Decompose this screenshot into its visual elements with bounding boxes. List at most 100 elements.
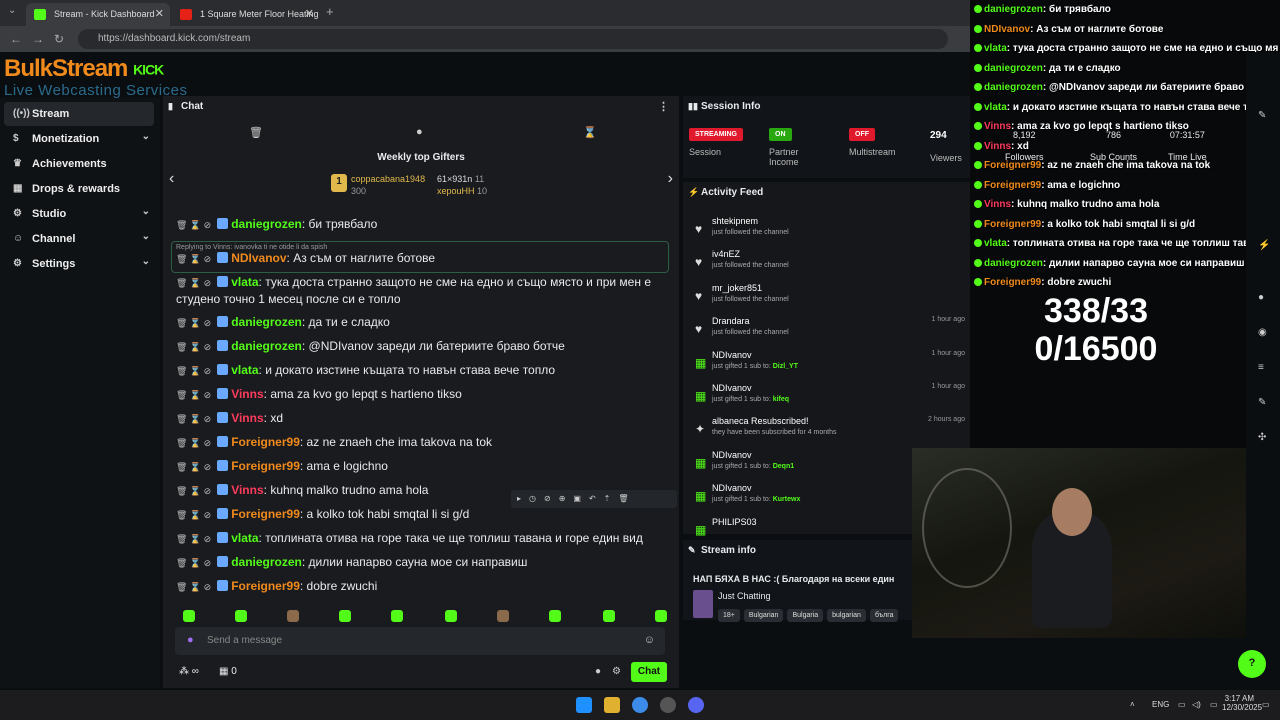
chat-username[interactable]: daniegrozen: [231, 217, 302, 231]
chat-message[interactable]: 🗑 ⌛ ⊘ NDIvanov: Аз съм от наглите ботове: [176, 250, 668, 267]
gift-recipient[interactable]: Deqn1: [773, 463, 794, 470]
sidebar-item-settings[interactable]: ⚙ Settings ⌄: [4, 252, 154, 276]
back-icon[interactable]: ←: [10, 32, 22, 46]
file-explorer-icon[interactable]: [604, 697, 620, 713]
chat-icon[interactable]: ●: [1258, 292, 1264, 303]
chat-message[interactable]: 🗑 ⌛ ⊘ vlata: топлината отива на горе така…: [176, 530, 668, 547]
stream-title[interactable]: НАП БЯХА В НАС :( Благодаря на всеки еди…: [693, 574, 923, 584]
stream-tag[interactable]: 18+: [718, 609, 740, 622]
hourglass-icon[interactable]: ⌛: [583, 126, 597, 139]
chevron-right-icon[interactable]: ›: [668, 170, 673, 188]
tab-kick-dashboard[interactable]: Stream - Kick Dashboard ✕: [26, 3, 170, 26]
mod-tools-icon[interactable]: 🗑 ⌛ ⊘: [176, 220, 211, 230]
obs-icon[interactable]: [660, 697, 676, 713]
chevron-left-icon[interactable]: ‹: [169, 170, 174, 188]
chat-message[interactable]: 🗑 ⌛ ⊘ Foreigner99: az ne znaeh che ima ta…: [176, 434, 668, 451]
chat-username[interactable]: vlata: [231, 531, 258, 545]
sidebar-item-monetization[interactable]: $ Monetization ⌄: [4, 127, 154, 151]
windows-start-icon[interactable]: [576, 697, 592, 713]
chat-username[interactable]: Foreigner99: [231, 507, 300, 521]
more-icon[interactable]: ⋮: [658, 100, 669, 113]
gear-icon[interactable]: ⚙: [612, 666, 621, 677]
chat-message[interactable]: 🗑 ⌛ ⊘ Vinns: ama za kvo go lepqt s hartie…: [176, 386, 668, 403]
stream-tag[interactable]: Bulgaria: [787, 609, 824, 622]
mod-tools-icon[interactable]: 🗑 ⌛ ⊘: [176, 390, 211, 400]
radio-icon[interactable]: ◉: [1258, 327, 1267, 338]
emote-icon[interactable]: [183, 610, 195, 622]
gift-recipient[interactable]: Kurtewx: [773, 496, 801, 503]
mod-tools-icon[interactable]: 🗑 ⌛ ⊘: [176, 438, 211, 448]
chat-message[interactable]: 🗑 ⌛ ⊘ daniegrozen: @NDIvanov зареди ли ба…: [176, 338, 668, 355]
gifter-3[interactable]: хepouHH 10: [437, 186, 487, 196]
new-tab-icon[interactable]: +: [326, 4, 334, 19]
chat-username[interactable]: Vinns: [231, 387, 263, 401]
mod-tools-icon[interactable]: 🗑 ⌛ ⊘: [176, 254, 211, 264]
chat-message[interactable]: 🗑 ⌛ ⊘ vlata: тука доста странно защото не…: [176, 274, 668, 307]
mod-tools-icon[interactable]: 🗑 ⌛ ⊘: [176, 510, 211, 520]
activity-item[interactable]: ▦ NDIvanov just gifted 1 sub to: Dizl_YT 1 …: [695, 350, 965, 382]
chat-message[interactable]: 🗑 ⌛ ⊘ daniegrozen: дилии напарво сауна мо…: [176, 554, 668, 571]
language-indicator[interactable]: ENG: [1152, 700, 1169, 709]
emote-icon[interactable]: [287, 610, 299, 622]
message-icon[interactable]: ●: [416, 126, 423, 138]
mod-tools-icon[interactable]: 🗑 ⌛ ⊘: [176, 278, 211, 288]
chat-username[interactable]: vlata: [231, 363, 258, 377]
close-icon[interactable]: ✕: [305, 7, 314, 20]
mod-tools-icon[interactable]: 🗑 ⌛ ⊘: [176, 558, 211, 568]
chat-message[interactable]: 🗑 ⌛ ⊘ Foreigner99: dobre zwuchi: [176, 578, 668, 595]
activity-item[interactable]: ▦ NDIvanov just gifted 1 sub to: kifeq 1 ho…: [695, 383, 965, 415]
clock[interactable]: 3:17 AM 12/30/2025: [1222, 694, 1262, 712]
chat-username[interactable]: Foreigner99: [231, 435, 300, 449]
emote-icon[interactable]: [655, 610, 667, 622]
gifter-2[interactable]: 61×931n 11: [437, 174, 484, 184]
gifter-1[interactable]: coppacabana1948: [351, 174, 425, 184]
wrench-icon[interactable]: ✎: [1258, 397, 1266, 408]
sidebar-item-channel[interactable]: ☺ Channel ⌄: [4, 227, 154, 251]
activity-item[interactable]: ✦ albaneca Resubscribed! they have been su…: [695, 416, 965, 448]
url-field[interactable]: https://dashboard.kick.com/stream: [78, 29, 948, 49]
partner-income[interactable]: ON Partner Income: [769, 128, 809, 167]
mod-tools-icon[interactable]: 🗑 ⌛ ⊘: [176, 486, 211, 496]
chat-message[interactable]: 🗑 ⌛ ⊘ Foreigner99: a kolko tok habi smqta…: [176, 506, 668, 523]
emote-icon[interactable]: [339, 610, 351, 622]
mod-tools-icon[interactable]: 🗑 ⌛ ⊘: [176, 534, 211, 544]
microphone-icon[interactable]: ●: [187, 634, 194, 646]
chat-message[interactable]: 🗑 ⌛ ⊘ Vinns: xd: [176, 410, 668, 427]
emote-icon[interactable]: [549, 610, 561, 622]
emote-icon[interactable]: [391, 610, 403, 622]
chat-input[interactable]: ● Send a message ☺: [175, 627, 665, 655]
chat-username[interactable]: Foreigner99: [231, 459, 300, 473]
gift-recipient[interactable]: kifeq: [773, 396, 789, 403]
chat-message[interactable]: 🗑 ⌛ ⊘ daniegrozen: да ти е сладко: [176, 314, 668, 331]
emoji-icon[interactable]: ☺: [644, 634, 655, 646]
tab-list-icon[interactable]: ⌄: [8, 5, 16, 16]
sidebar-item-studio[interactable]: ⚙ Studio ⌄: [4, 202, 154, 226]
message-actions[interactable]: ▸◷⊘⊕▣↶⇡🗑: [511, 490, 677, 508]
chat-username[interactable]: Foreigner99: [231, 579, 300, 593]
sidebar-item-stream[interactable]: ((•)) Stream: [4, 102, 154, 126]
multistream[interactable]: OFF Multistream: [849, 128, 896, 157]
activity-item[interactable]: ♥ shtekipnem just followed the channel: [695, 216, 965, 248]
support-button[interactable]: ?: [1238, 650, 1266, 678]
mod-tools-icon[interactable]: 🗑 ⌛ ⊘: [176, 342, 211, 352]
chat-send-button[interactable]: Chat: [631, 662, 667, 682]
chat-username[interactable]: daniegrozen: [231, 315, 302, 329]
chat-username[interactable]: vlata: [231, 275, 258, 289]
discord-icon[interactable]: [688, 697, 704, 713]
stream-tag[interactable]: Bulgarian: [743, 609, 784, 622]
mod-tools-icon[interactable]: 🗑 ⌛ ⊘: [176, 582, 211, 592]
chat-username[interactable]: Vinns: [231, 483, 263, 497]
stream-tag[interactable]: bulgarian: [827, 609, 866, 622]
mod-tools-icon[interactable]: 🗑 ⌛ ⊘: [176, 318, 211, 328]
list-icon[interactable]: ≡: [1258, 362, 1264, 373]
sidebar-item-drops[interactable]: ▦ Drops & rewards: [4, 177, 154, 201]
points-icon[interactable]: ⁂ ∞: [179, 666, 199, 677]
close-icon[interactable]: ✕: [155, 7, 164, 20]
mod-tools-icon[interactable]: 🗑 ⌛ ⊘: [176, 462, 211, 472]
volume-icon[interactable]: ◁): [1192, 700, 1201, 709]
counter-icon[interactable]: ▦ 0: [219, 666, 237, 677]
chat-message[interactable]: 🗑 ⌛ ⊘ daniegrozen: би трявбало: [176, 216, 668, 233]
notification-icon[interactable]: ▭: [1262, 700, 1270, 709]
emote-icon[interactable]: [235, 610, 247, 622]
chrome-icon[interactable]: [632, 697, 648, 713]
